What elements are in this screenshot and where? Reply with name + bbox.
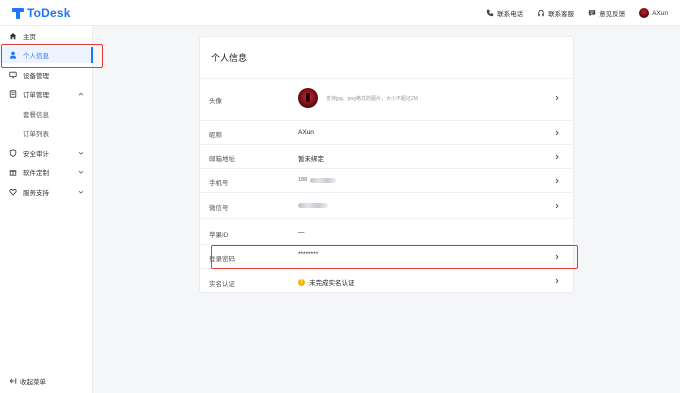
chevron-up-icon [78, 92, 84, 96]
contact-phone-label: 联系电话 [497, 11, 524, 18]
sidebar-item-order-list[interactable]: 订单列表 [0, 125, 93, 141]
password-value: ******** [298, 251, 319, 258]
chevron-down-icon [78, 190, 84, 194]
sidebar: 主页 个人信息 设备管理 订单管理 套餐信息 订单列表 安全审计 软件定制 服务… [0, 26, 93, 393]
profile-row-password[interactable]: 登录密码 ******** [200, 244, 573, 269]
contact-phone-button[interactable]: 联系电话 [486, 8, 523, 18]
collapse-menu-label: 收起菜单 [20, 379, 46, 386]
profile-row-nickname[interactable]: 昵称 AXun [200, 120, 573, 145]
chevron-right-icon [555, 254, 559, 260]
row-label: 昵称 [209, 132, 222, 139]
sidebar-item-security-audit[interactable]: 安全审计 [0, 145, 93, 161]
sidebar-item-home[interactable]: 主页 [0, 28, 93, 44]
sidebar-item-profile[interactable]: 个人信息 [0, 47, 93, 63]
redacted-blur [310, 177, 337, 183]
sidebar-item-label: 套餐信息 [23, 112, 49, 119]
profile-row-wechat[interactable]: 微信号 [200, 192, 573, 219]
row-label: 苹果ID [209, 232, 229, 239]
app-name: ToDesk [27, 6, 71, 20]
real-name-value: ! 未完成实名认证 [298, 277, 355, 287]
row-label: 微信号 [209, 205, 229, 212]
sidebar-item-label: 订单管理 [23, 92, 49, 99]
avatar [639, 8, 650, 18]
page-title: 个人信息 [211, 53, 248, 63]
collapse-icon [9, 378, 17, 384]
todesk-logo[interactable]: ToDesk [12, 6, 71, 20]
feedback-button[interactable]: 意见反馈 [588, 8, 625, 18]
row-label: 头像 [209, 98, 222, 105]
top-actions: 联系电话 联系客服 意见反馈 AXun [472, 0, 668, 26]
device-icon [9, 71, 17, 79]
profile-row-email[interactable]: 邮箱地址 暂未绑定 [200, 144, 573, 169]
phone-value: 188 [298, 177, 337, 183]
contact-support-label: 联系客服 [548, 11, 575, 18]
row-label: 手机号 [209, 180, 229, 187]
nickname-value: AXun [298, 129, 314, 136]
sidebar-item-label: 软件定制 [23, 170, 49, 177]
sidebar-item-devices[interactable]: 设备管理 [0, 67, 93, 83]
contact-support-button[interactable]: 联系客服 [537, 8, 574, 18]
profile-row-phone[interactable]: 手机号 188 [200, 168, 573, 193]
phone-prefix: 188 [298, 177, 308, 183]
heart-icon [9, 189, 17, 196]
avatar-hint: 支持jpg、png格式的图片，大小不超过2M [326, 95, 418, 102]
profile-row-apple-id: 苹果ID — [200, 218, 573, 245]
order-icon [9, 90, 17, 98]
profile-row-avatar[interactable]: 头像 支持jpg、png格式的图片，大小不超过2M [200, 78, 573, 118]
chevron-right-icon [555, 278, 559, 284]
chevron-down-icon [78, 151, 84, 155]
gift-icon [9, 170, 17, 176]
chevron-right-icon [555, 154, 559, 160]
sidebar-item-label: 安全审计 [23, 151, 49, 158]
warning-icon: ! [298, 278, 305, 286]
sidebar-item-label: 服务支持 [23, 190, 49, 197]
sidebar-item-label: 主页 [23, 34, 36, 41]
user-menu[interactable]: AXun [639, 8, 668, 18]
sidebar-item-label: 订单列表 [23, 131, 49, 138]
real-name-status: 未完成实名认证 [309, 280, 355, 287]
chevron-down-icon [78, 170, 84, 174]
profile-row-real-name[interactable]: 实名认证 ! 未完成实名认证 [200, 268, 573, 293]
email-value: 暂未绑定 [298, 156, 324, 163]
sidebar-item-customization[interactable]: 软件定制 [0, 164, 93, 180]
sidebar-item-label: 设备管理 [23, 73, 49, 80]
redacted-blur [298, 203, 328, 208]
avatar [298, 88, 318, 108]
chevron-right-icon [555, 130, 559, 136]
sidebar-item-plan-info[interactable]: 套餐信息 [0, 106, 93, 122]
todesk-logo-icon [12, 7, 24, 19]
user-icon [9, 51, 17, 59]
chevron-right-icon [555, 95, 559, 101]
chevron-right-icon [555, 178, 559, 184]
sidebar-item-orders[interactable]: 订单管理 [0, 86, 93, 102]
wechat-value [298, 203, 328, 208]
row-label: 登录密码 [209, 256, 235, 263]
profile-card: 个人信息 头像 支持jpg、png格式的图片，大小不超过2M 昵称 AXun 邮… [199, 36, 574, 293]
sidebar-item-service-support[interactable]: 服务支持 [0, 184, 93, 200]
chevron-right-icon [555, 203, 559, 209]
avatar-value: 支持jpg、png格式的图片，大小不超过2M [298, 88, 418, 108]
row-label: 实名认证 [209, 281, 235, 288]
feedback-icon [588, 10, 596, 17]
shield-icon [9, 149, 17, 157]
row-label: 邮箱地址 [209, 156, 235, 163]
headset-icon [538, 9, 544, 17]
top-bar: ToDesk 联系电话 联系客服 意见反馈 AXun [0, 0, 680, 26]
collapse-menu-button[interactable]: 收起菜单 [0, 373, 93, 389]
feedback-label: 意见反馈 [599, 11, 626, 18]
apple-id-value: — [298, 229, 305, 236]
home-icon [9, 32, 17, 40]
user-name: AXun [652, 9, 668, 17]
phone-icon [486, 9, 494, 17]
sidebar-item-label: 个人信息 [23, 53, 49, 60]
